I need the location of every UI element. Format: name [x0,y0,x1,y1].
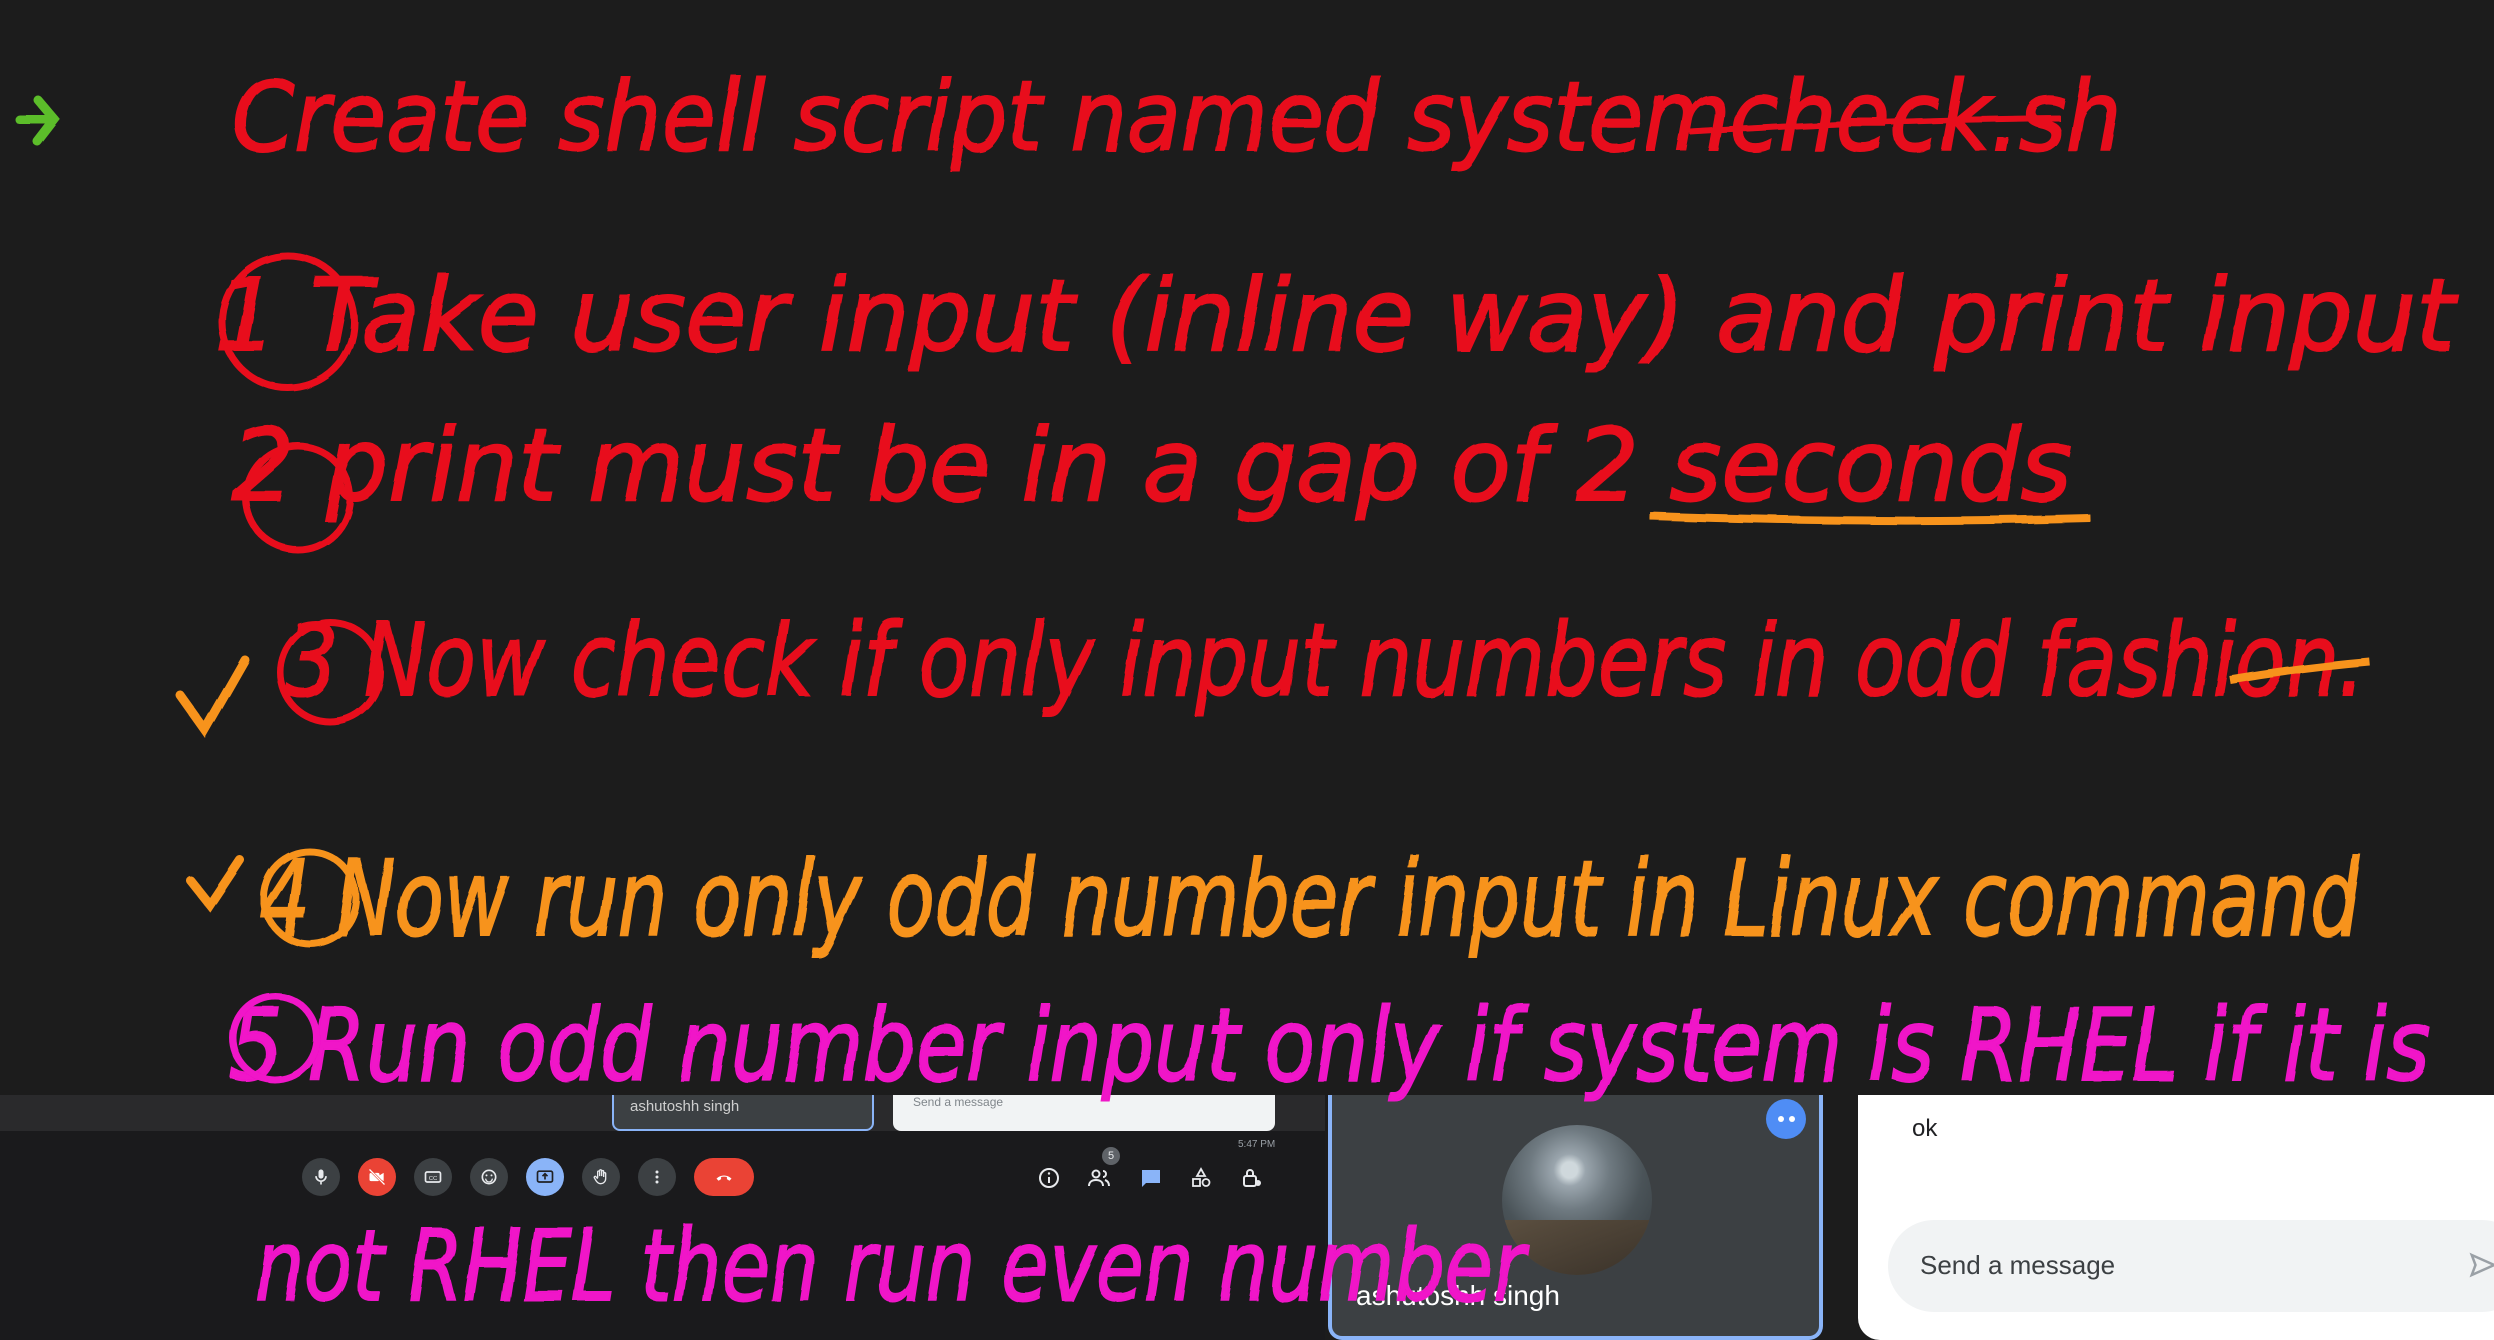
captions-button[interactable]: CC [414,1158,452,1196]
chat-button[interactable] [1136,1163,1166,1193]
end-call-icon [716,1175,732,1181]
activities-icon [1192,1167,1211,1187]
whiteboard-canvas [0,0,2494,1095]
mic-button[interactable] [302,1158,340,1196]
mic-icon [315,1169,327,1185]
more-options-icon [655,1170,659,1184]
host-controls-icon [1243,1169,1261,1187]
avatar [1502,1125,1652,1275]
chat-input-placeholder: Send a message [1920,1250,2116,1280]
presenter-name-label: ashutoshh singh [1356,1280,1560,1311]
camera-toggle-button[interactable] [358,1158,396,1196]
present-icon [536,1170,554,1183]
send-icon[interactable] [2468,1250,2494,1280]
svg-text:CC: CC [429,1176,437,1182]
mini-chat-input[interactable]: Send a message [893,1095,1275,1131]
emoji-button[interactable] [470,1158,508,1196]
chat-input[interactable]: Send a message [1888,1220,2494,1312]
presenter-video-tile[interactable]: ashutoshh singh [1328,1095,1823,1340]
mini-presenter-tile[interactable]: ashutoshh singh [612,1095,874,1131]
mini-presenter-name: ashutoshh singh [630,1098,740,1115]
present-now-button[interactable] [526,1158,564,1196]
camera-off-icon [368,1168,386,1186]
mini-preview-strip: ashutoshh singh Send a message 5:47 PM [0,1095,1325,1150]
host-controls-button[interactable] [1236,1163,1266,1193]
participant-count-badge: 5 [1102,1147,1120,1165]
end-call-button[interactable] [694,1158,754,1196]
chat-message: ok [1912,1115,1938,1142]
chat-panel: ok Send a message [1858,1095,2494,1340]
info-icon [1039,1168,1059,1188]
mini-timestamp: 5:47 PM [1238,1139,1276,1150]
tile-options-button[interactable] [1766,1099,1806,1139]
people-icon [1088,1169,1110,1187]
activities-button[interactable] [1186,1163,1216,1193]
raise-hand-button[interactable] [582,1158,620,1196]
captions-icon: CC [424,1171,442,1183]
chat-icon [1142,1170,1160,1187]
meeting-info-button[interactable] [1034,1163,1064,1193]
emoji-icon [481,1169,497,1185]
more-options-button[interactable] [638,1158,676,1196]
mini-chat-placeholder: Send a message [913,1095,1004,1109]
meet-control-bar: ashutoshh singh Send a message 5:47 PM C… [0,1095,1325,1340]
raise-hand-icon [593,1169,607,1185]
people-button[interactable] [1084,1163,1114,1193]
avatar-road [1502,1220,1652,1275]
